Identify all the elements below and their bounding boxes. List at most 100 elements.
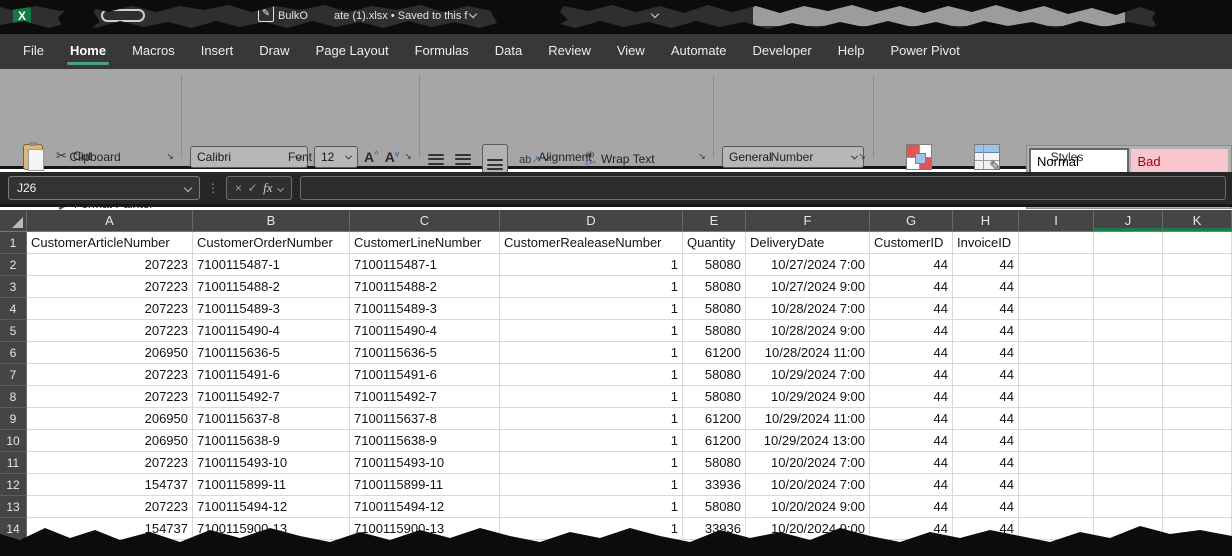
ribbon-tab-data[interactable]: Data <box>482 32 535 69</box>
cell-I5[interactable] <box>1019 320 1094 342</box>
cell-H9[interactable]: 44 <box>953 408 1019 430</box>
cell-I13[interactable] <box>1019 496 1094 518</box>
column-header-J[interactable]: J <box>1094 210 1163 232</box>
row-header-11[interactable]: 11 <box>0 452 27 474</box>
cell-H7[interactable]: 44 <box>953 364 1019 386</box>
cell-B9[interactable]: 7100115637-8 <box>193 408 350 430</box>
cell-C5[interactable]: 7100115490-4 <box>350 320 500 342</box>
ribbon-tab-formulas[interactable]: Formulas <box>402 32 482 69</box>
cell-I12[interactable] <box>1019 474 1094 496</box>
cell-J10[interactable] <box>1094 430 1163 452</box>
cell-H8[interactable]: 44 <box>953 386 1019 408</box>
cell-F13[interactable]: 10/20/2024 9:00 <box>746 496 870 518</box>
cell-C11[interactable]: 7100115493-10 <box>350 452 500 474</box>
cell-K4[interactable] <box>1163 298 1232 320</box>
cell-G7[interactable]: 44 <box>870 364 953 386</box>
ribbon-tab-developer[interactable]: Developer <box>739 32 824 69</box>
cell-G14[interactable]: 44 <box>870 518 953 540</box>
cell-E13[interactable]: 58080 <box>683 496 746 518</box>
row-header-5[interactable]: 5 <box>0 320 27 342</box>
cell-G10[interactable]: 44 <box>870 430 953 452</box>
cell-H12[interactable]: 44 <box>953 474 1019 496</box>
cell-E7[interactable]: 58080 <box>683 364 746 386</box>
cell-A1[interactable]: CustomerArticleNumber <box>27 232 193 254</box>
cell-G11[interactable]: 44 <box>870 452 953 474</box>
select-all-button[interactable] <box>0 210 27 232</box>
cell-I11[interactable] <box>1019 452 1094 474</box>
cell-K10[interactable] <box>1163 430 1232 452</box>
decrease-font-size-button[interactable]: Av <box>385 149 400 165</box>
cell-D14[interactable]: 1 <box>500 518 683 540</box>
row-header-13[interactable]: 13 <box>0 496 27 518</box>
cell-J6[interactable] <box>1094 342 1163 364</box>
excel-app-icon[interactable]: X <box>13 7 31 25</box>
ribbon-tab-view[interactable]: View <box>604 32 658 69</box>
cell-D12[interactable]: 1 <box>500 474 683 496</box>
column-header-C[interactable]: C <box>350 210 500 232</box>
cell-D10[interactable]: 1 <box>500 430 683 452</box>
cell-H6[interactable]: 44 <box>953 342 1019 364</box>
cell-F5[interactable]: 10/28/2024 9:00 <box>746 320 870 342</box>
ribbon-tab-macros[interactable]: Macros <box>119 32 188 69</box>
cell-G6[interactable]: 44 <box>870 342 953 364</box>
cell-G1[interactable]: CustomerID <box>870 232 953 254</box>
cell-E3[interactable]: 58080 <box>683 276 746 298</box>
cell-C7[interactable]: 7100115491-6 <box>350 364 500 386</box>
cell-D6[interactable]: 1 <box>500 342 683 364</box>
cell-B2[interactable]: 7100115487-1 <box>193 254 350 276</box>
ribbon-tab-review[interactable]: Review <box>535 32 604 69</box>
column-header-G[interactable]: G <box>870 210 953 232</box>
cell-K7[interactable] <box>1163 364 1232 386</box>
cell-A4[interactable]: 207223 <box>27 298 193 320</box>
cell-E8[interactable]: 58080 <box>683 386 746 408</box>
cell-D4[interactable]: 1 <box>500 298 683 320</box>
column-header-F[interactable]: F <box>746 210 870 232</box>
cell-I9[interactable] <box>1019 408 1094 430</box>
clipboard-dialog-launcher-icon[interactable]: ↘ <box>164 150 176 162</box>
cell-H3[interactable]: 44 <box>953 276 1019 298</box>
cell-H1[interactable]: InvoiceID <box>953 232 1019 254</box>
search-box-fragment[interactable] <box>753 5 1125 26</box>
cell-J14[interactable] <box>1094 518 1163 540</box>
cell-F2[interactable]: 10/27/2024 7:00 <box>746 254 870 276</box>
cell-C13[interactable]: 7100115494-12 <box>350 496 500 518</box>
cell-F12[interactable]: 10/20/2024 7:00 <box>746 474 870 496</box>
cell-J1[interactable] <box>1094 232 1163 254</box>
cell-K12[interactable] <box>1163 474 1232 496</box>
cell-I3[interactable] <box>1019 276 1094 298</box>
cell-C4[interactable]: 7100115489-3 <box>350 298 500 320</box>
cell-C8[interactable]: 7100115492-7 <box>350 386 500 408</box>
cell-I2[interactable] <box>1019 254 1094 276</box>
cancel-icon[interactable]: × <box>235 181 242 195</box>
cell-E11[interactable]: 58080 <box>683 452 746 474</box>
cell-K2[interactable] <box>1163 254 1232 276</box>
cell-H5[interactable]: 44 <box>953 320 1019 342</box>
fx-chevron-icon[interactable] <box>277 184 284 191</box>
cell-E2[interactable]: 58080 <box>683 254 746 276</box>
ribbon-tab-page-layout[interactable]: Page Layout <box>303 32 402 69</box>
cell-F8[interactable]: 10/29/2024 9:00 <box>746 386 870 408</box>
row-header-14[interactable]: 14 <box>0 518 27 540</box>
cell-E1[interactable]: Quantity <box>683 232 746 254</box>
cell-B14[interactable]: 7100115900-13 <box>193 518 350 540</box>
cell-E6[interactable]: 61200 <box>683 342 746 364</box>
column-header-K[interactable]: K <box>1163 210 1232 232</box>
cell-G5[interactable]: 44 <box>870 320 953 342</box>
cell-J5[interactable] <box>1094 320 1163 342</box>
cell-F11[interactable]: 10/20/2024 7:00 <box>746 452 870 474</box>
cell-B1[interactable]: CustomerOrderNumber <box>193 232 350 254</box>
cell-E12[interactable]: 33936 <box>683 474 746 496</box>
cell-A7[interactable]: 207223 <box>27 364 193 386</box>
cell-F7[interactable]: 10/29/2024 7:00 <box>746 364 870 386</box>
cell-K3[interactable] <box>1163 276 1232 298</box>
cell-E10[interactable]: 61200 <box>683 430 746 452</box>
cell-F6[interactable]: 10/28/2024 11:00 <box>746 342 870 364</box>
cell-A10[interactable]: 206950 <box>27 430 193 452</box>
top-align-button[interactable] <box>428 154 444 165</box>
column-header-H[interactable]: H <box>953 210 1019 232</box>
cell-A12[interactable]: 154737 <box>27 474 193 496</box>
cell-F3[interactable]: 10/27/2024 9:00 <box>746 276 870 298</box>
increase-font-size-button[interactable]: A^ <box>364 149 379 165</box>
cell-B10[interactable]: 7100115638-9 <box>193 430 350 452</box>
cell-A3[interactable]: 207223 <box>27 276 193 298</box>
